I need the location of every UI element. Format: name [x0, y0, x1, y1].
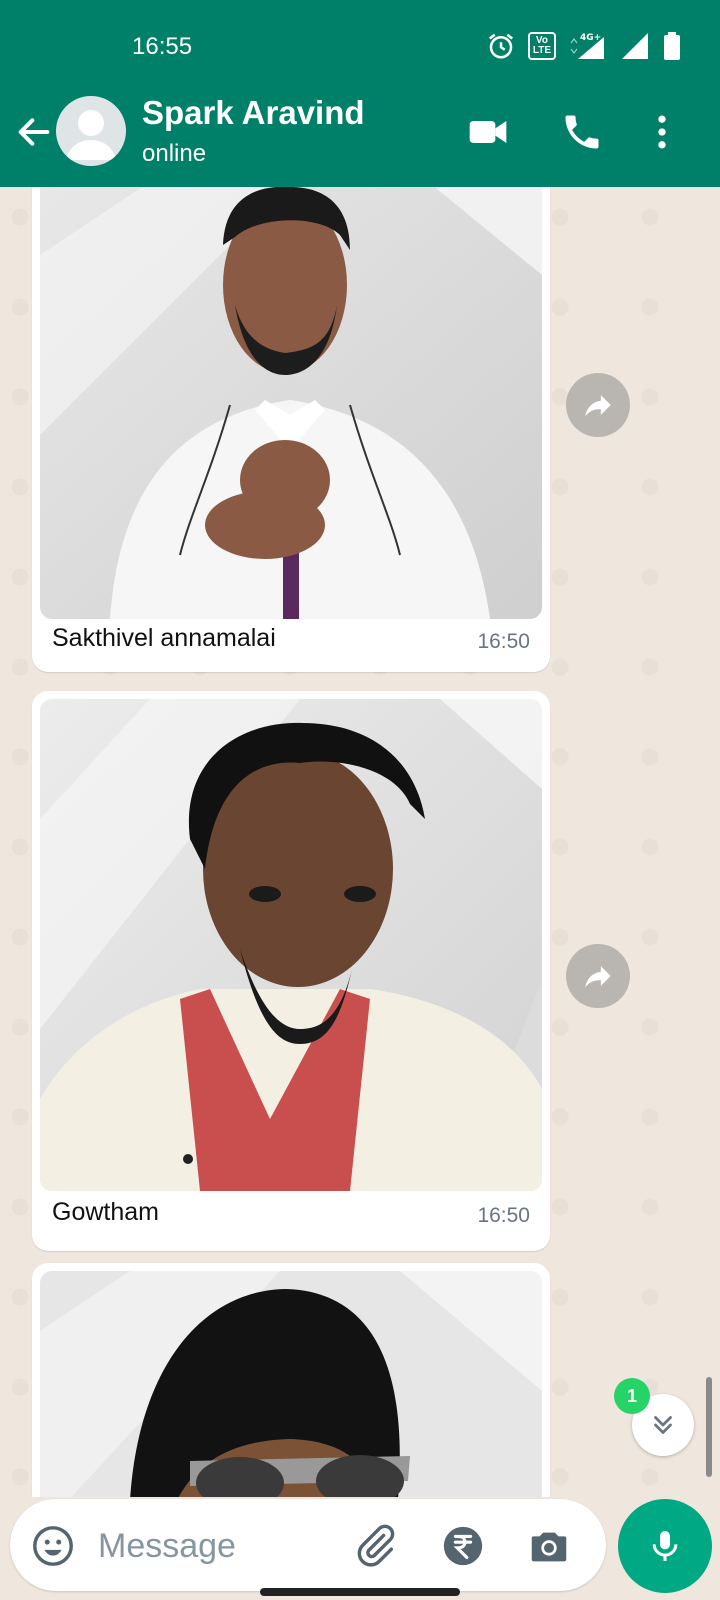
svg-text:4G+: 4G+ — [580, 33, 601, 43]
battery-icon — [664, 32, 680, 60]
message-time: 16:50 — [477, 630, 530, 653]
voice-call-icon[interactable] — [560, 110, 604, 154]
alarm-icon — [488, 33, 513, 59]
forward-button[interactable] — [566, 373, 630, 437]
message-photo[interactable] — [40, 1271, 542, 1497]
contact-status: online — [142, 140, 207, 167]
message-photo[interactable] — [40, 187, 542, 619]
image-message[interactable]: Sakthivel annamalai 16:50 — [32, 187, 550, 672]
camera-icon[interactable] — [526, 1523, 572, 1569]
rupee-payment-icon[interactable] — [440, 1523, 486, 1569]
message-input[interactable] — [96, 1521, 350, 1571]
message-caption: Sakthivel annamalai — [52, 624, 276, 652]
forward-button[interactable] — [566, 944, 630, 1008]
voice-message-button[interactable] — [618, 1499, 712, 1593]
message-caption: Gowtham — [52, 1198, 159, 1226]
home-indicator[interactable] — [260, 1588, 460, 1596]
chat-header: Spark Aravind online — [0, 92, 720, 172]
avatar[interactable] — [56, 96, 126, 166]
status-icons: Vo LTE 4G+ — [486, 30, 682, 62]
message-composer — [10, 1499, 606, 1591]
attach-icon[interactable] — [352, 1523, 398, 1569]
back-arrow-icon[interactable] — [14, 112, 54, 152]
chat-area[interactable]: Sakthivel annamalai 16:50 Gowtham 16:50 — [0, 187, 720, 1497]
signal-4g-icon: 4G+ — [570, 33, 604, 59]
message-time: 16:50 — [477, 1204, 530, 1227]
volte-icon: Vo LTE — [527, 32, 556, 60]
video-call-icon[interactable] — [466, 110, 510, 154]
message-photo[interactable] — [40, 699, 542, 1191]
emoji-icon[interactable] — [30, 1523, 76, 1569]
status-time: 16:55 — [132, 33, 193, 60]
scrollbar[interactable] — [706, 1377, 712, 1477]
unread-count-badge: 1 — [614, 1378, 650, 1414]
image-message[interactable] — [32, 1263, 550, 1497]
mic-icon — [652, 1531, 678, 1561]
image-message[interactable]: Gowtham 16:50 — [32, 691, 550, 1251]
forward-icon — [585, 966, 611, 988]
more-options-icon[interactable] — [640, 110, 684, 154]
signal-icon — [622, 33, 648, 59]
contact-name[interactable]: Spark Aravind — [142, 94, 365, 132]
double-chevron-down-icon — [654, 1416, 672, 1434]
top-app-bar: 16:55 Vo LTE 4G+ Spark Aravind online — [0, 0, 720, 187]
forward-icon — [585, 395, 611, 417]
